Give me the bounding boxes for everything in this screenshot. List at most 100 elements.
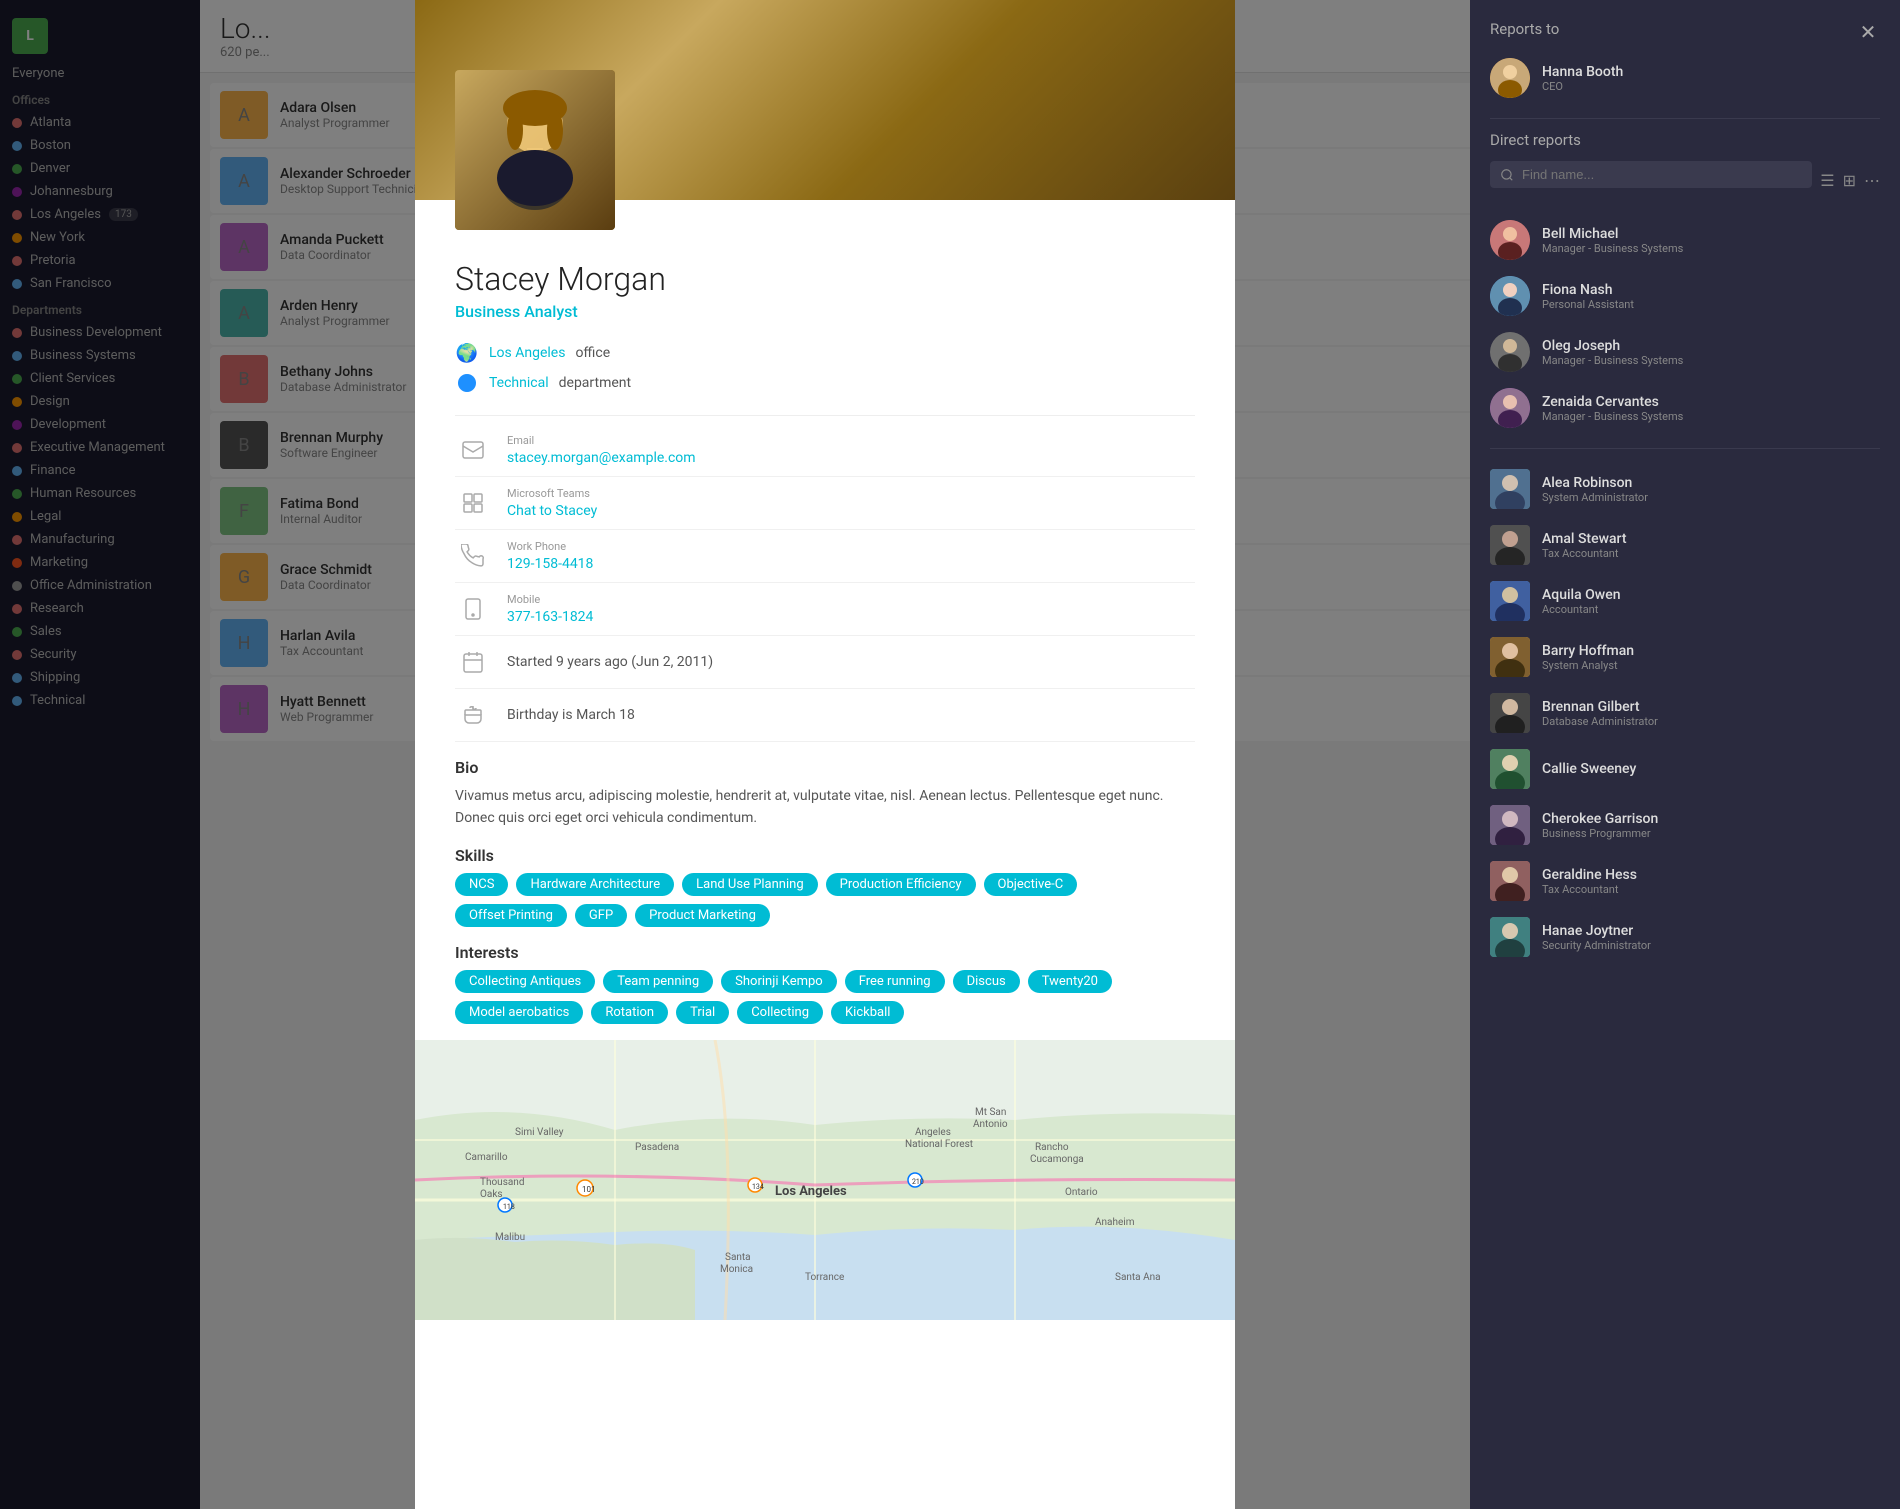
svg-text:Santa Ana: Santa Ana — [1115, 1272, 1161, 1283]
skill-tag-productmktg[interactable]: Product Marketing — [635, 904, 770, 927]
work-phone-value[interactable]: 129-158-4418 — [507, 556, 593, 572]
teams-label: Microsoft Teams — [507, 487, 597, 500]
svg-text:Pasadena: Pasadena — [635, 1142, 679, 1153]
avatar — [1490, 861, 1530, 901]
interest-tag-shorinji[interactable]: Shorinji Kempo — [721, 970, 837, 993]
right-panel: ✕ Reports to Hanna Booth CEO Direct repo… — [1470, 0, 1900, 1509]
svg-text:101: 101 — [582, 1185, 596, 1194]
svg-text:Antonio: Antonio — [973, 1119, 1008, 1130]
person-name: Brennan Gilbert — [1542, 699, 1658, 715]
report-avatar — [1490, 388, 1530, 428]
person-name: Geraldine Hess — [1542, 867, 1637, 883]
close-button[interactable]: ✕ — [1852, 16, 1884, 48]
interest-tag-collecting[interactable]: Collecting — [737, 1001, 823, 1024]
direct-report-item[interactable]: Oleg Joseph Manager - Business Systems — [1490, 324, 1880, 380]
reports-to-manager[interactable]: Hanna Booth CEO — [1490, 50, 1880, 106]
interest-tag-free-running[interactable]: Free running — [845, 970, 945, 993]
direct-report-item[interactable]: Bell Michael Manager - Business Systems — [1490, 212, 1880, 268]
avatar — [1490, 525, 1530, 565]
person-name: Amal Stewart — [1542, 531, 1626, 547]
bio-text: Vivamus metus arcu, adipiscing molestie,… — [455, 785, 1195, 830]
list-item[interactable]: Barry Hoffman System Analyst — [1490, 629, 1880, 685]
avatar — [1490, 693, 1530, 733]
direct-reports-label: Direct reports — [1490, 131, 1880, 149]
interests-section-title: Interests — [455, 943, 1195, 962]
interest-tag-team-penning[interactable]: Team penning — [603, 970, 713, 993]
interest-tag-twenty20[interactable]: Twenty20 — [1028, 970, 1112, 993]
profile-name: Stacey Morgan — [455, 260, 1195, 298]
manager-name: Hanna Booth — [1542, 64, 1623, 80]
svg-text:134: 134 — [752, 1183, 764, 1191]
svg-text:Santa: Santa — [725, 1252, 751, 1263]
person-name: Cherokee Garrison — [1542, 811, 1658, 827]
svg-text:Camarillo: Camarillo — [465, 1152, 508, 1163]
skill-tag-production[interactable]: Production Efficiency — [826, 873, 976, 896]
skill-tag-offset[interactable]: Offset Printing — [455, 904, 567, 927]
direct-report-item[interactable]: Zenaida Cervantes Manager - Business Sys… — [1490, 380, 1880, 436]
person-role: System Administrator — [1542, 491, 1648, 504]
list-item[interactable]: Hanae Joytner Security Administrator — [1490, 909, 1880, 965]
mobile-value[interactable]: 377-163-1824 — [507, 609, 593, 625]
svg-text:Ontario: Ontario — [1065, 1187, 1098, 1198]
report-name: Bell Michael — [1542, 226, 1683, 242]
person-name: Hanae Joytner — [1542, 923, 1651, 939]
avatar — [1490, 749, 1530, 789]
list-item[interactable]: Brennan Gilbert Database Administrator — [1490, 685, 1880, 741]
started-value: Started 9 years ago (Jun 2, 2011) — [507, 654, 713, 670]
globe-icon: 🌍 — [455, 341, 479, 365]
phone-icon — [455, 538, 491, 574]
interest-tag-model-aero[interactable]: Model aerobatics — [455, 1001, 583, 1024]
skill-tag-objectivec[interactable]: Objective-C — [984, 873, 1078, 896]
skill-tag[interactable]: NCS — [455, 873, 508, 896]
right-person-list: Alea Robinson System Administrator Amal … — [1490, 461, 1880, 965]
svg-text:Oaks: Oaks — [480, 1189, 503, 1200]
interest-tag-discus[interactable]: Discus — [953, 970, 1020, 993]
svg-text:Angeles: Angeles — [915, 1127, 951, 1138]
email-icon — [455, 432, 491, 468]
list-item[interactable]: Geraldine Hess Tax Accountant — [1490, 853, 1880, 909]
calendar-icon — [455, 644, 491, 680]
person-role: System Analyst — [1542, 659, 1634, 672]
skill-tag-land[interactable]: Land Use Planning — [682, 873, 818, 896]
interest-tag-trial[interactable]: Trial — [676, 1001, 729, 1024]
interest-tag-rotation[interactable]: Rotation — [591, 1001, 668, 1024]
skills-container: NCS Hardware Architecture Land Use Plann… — [455, 873, 1195, 927]
search-input[interactable] — [1522, 167, 1802, 182]
skill-tag-gfp[interactable]: GFP — [575, 904, 627, 927]
interest-tag-collecting-antiques[interactable]: Collecting Antiques — [455, 970, 595, 993]
more-options-icon[interactable]: ⋯ — [1864, 171, 1880, 190]
avatar — [1490, 805, 1530, 845]
interest-tag-kickball[interactable]: Kickball — [831, 1001, 904, 1024]
work-phone-row: Work Phone 129-158-4418 — [455, 530, 1195, 583]
svg-text:Rancho: Rancho — [1035, 1142, 1069, 1153]
person-role: Tax Accountant — [1542, 547, 1626, 560]
svg-text:Los Angeles: Los Angeles — [775, 1184, 847, 1199]
list-item[interactable]: Callie Sweeney — [1490, 741, 1880, 797]
birthday-value: Birthday is March 18 — [507, 707, 635, 723]
list-item[interactable]: Alea Robinson System Administrator — [1490, 461, 1880, 517]
dept-icon — [455, 371, 479, 395]
person-name: Aquila Owen — [1542, 587, 1620, 603]
skill-tag-hardware[interactable]: Hardware Architecture — [516, 873, 674, 896]
list-view-icon[interactable]: ☰ — [1820, 171, 1834, 190]
person-name: Alea Robinson — [1542, 475, 1648, 491]
grid-view-icon[interactable]: ⊞ — [1843, 171, 1856, 190]
office-link[interactable]: Los Angeles — [489, 345, 565, 361]
office-row: 🌍 Los Angeles office — [455, 341, 1195, 365]
teams-chat-link[interactable]: Chat to Stacey — [507, 503, 597, 519]
list-item[interactable]: Cherokee Garrison Business Programmer — [1490, 797, 1880, 853]
department-link[interactable]: Technical — [489, 375, 549, 391]
direct-report-item[interactable]: Fiona Nash Personal Assistant — [1490, 268, 1880, 324]
map-container: Los Angeles Simi Valley Camarillo Thousa… — [415, 1040, 1235, 1320]
profile-hero — [415, 0, 1235, 200]
list-item[interactable]: Amal Stewart Tax Accountant — [1490, 517, 1880, 573]
search-icon — [1500, 168, 1514, 182]
office-suffix: office — [575, 345, 610, 361]
person-role: Security Administrator — [1542, 939, 1651, 952]
divider — [1490, 448, 1880, 449]
email-value[interactable]: stacey.morgan@example.com — [507, 450, 696, 466]
manager-avatar — [1490, 58, 1530, 98]
list-item[interactable]: Aquila Owen Accountant — [1490, 573, 1880, 629]
phone-label: Work Phone — [507, 540, 593, 553]
avatar — [1490, 637, 1530, 677]
